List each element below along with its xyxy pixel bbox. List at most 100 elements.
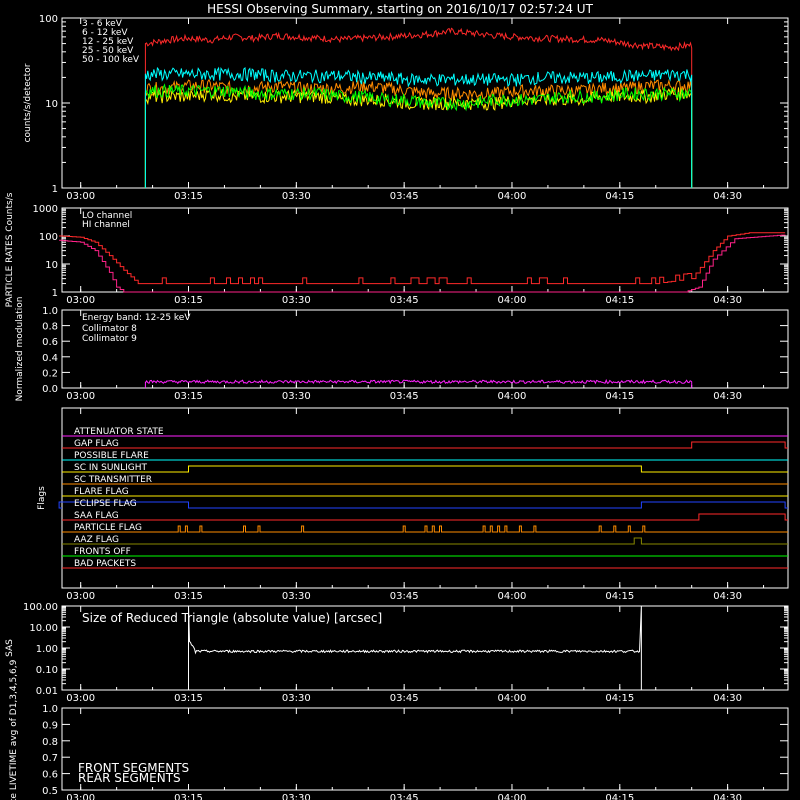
flag-line [58,501,788,509]
x-tick-label: 03:45 [390,793,419,800]
y-axis-label: Mon. Rate LIVETIME avg of D1,3,4,5,6,9 [9,659,19,800]
x-tick-label: 03:00 [66,295,95,306]
y-tick-label: 0.5 [42,786,58,797]
x-tick-label: 03:30 [282,793,311,800]
y-tick-label: 0.6 [42,770,58,781]
energy-band-annotation: Energy band: 12-25 keV [82,313,191,323]
x-tick-label: 04:15 [605,591,634,602]
y-tick-label: 1 [52,184,58,195]
y-axis-label: counts/s/detector [23,63,33,142]
flag-label: FLARE FLAG [74,487,129,497]
y-tick-label: 0.2 [42,368,58,379]
x-tick-label: 03:30 [282,693,311,704]
y-tick-label: 1.0 [42,306,58,317]
flag-label: FRONTS OFF [74,547,131,557]
legend-entry: REAR SEGMENTS [78,771,181,785]
legend-entry: 50 - 100 keV [82,55,140,65]
y-tick-label: 0.8 [42,737,58,748]
flag-label: PARTICLE FLAG [74,523,142,533]
y-axis-label: Normalized modulation [15,297,25,402]
series-line [144,87,693,188]
flag-line [62,465,788,473]
x-tick-label: 04:00 [498,391,527,402]
series-line [144,378,693,388]
y-tick-label: 0.4 [42,353,58,364]
flag-label: POSSIBLE FLARE [74,451,149,461]
x-tick-label: 04:00 [498,591,527,602]
x-tick-label: 03:45 [390,391,419,402]
chart-title: HESSI Observing Summary, starting on 201… [207,2,593,16]
x-tick-label: 04:30 [713,591,742,602]
y-tick-label: 0.6 [42,337,58,348]
x-tick-label: 03:00 [66,591,95,602]
y-axis-label: PARTICLE RATES Counts/s [5,192,15,307]
series-line [59,232,786,285]
panel-frame [61,207,789,293]
y-tick-label: 0.9 [42,720,58,731]
flag-label: AAZ FLAG [74,535,119,545]
x-tick-label: 03:00 [66,391,95,402]
panel-frame [61,407,789,589]
flag-label: ATTENUATOR STATE [74,427,164,437]
y-tick-label: 10 [45,99,58,110]
flag-label: SAA FLAG [74,511,119,521]
hessi-summary-chart: HESSI Observing Summary, starting on 201… [5,2,789,800]
x-tick-label: 03:30 [282,591,311,602]
flag-label: BAD PACKETS [74,559,136,569]
x-tick-label: 04:30 [713,693,742,704]
x-tick-label: 03:45 [390,693,419,704]
y-tick-label: 0.7 [42,753,58,764]
series-line [144,27,693,188]
legend-entry: Collimator 8 [82,324,137,334]
x-tick-label: 03:15 [174,295,203,306]
x-tick-label: 03:30 [282,191,311,202]
y-tick-label: 1000 [33,204,58,215]
y-tick-label: 0.0 [42,384,58,395]
legend-entry: HI channel [82,220,130,230]
y-axis-label: Flags [37,486,47,510]
x-tick-label: 03:45 [390,191,419,202]
y-tick-label: 0.01 [36,686,58,697]
x-tick-label: 04:30 [713,391,742,402]
x-tick-label: 04:00 [498,693,527,704]
x-tick-label: 03:15 [174,693,203,704]
x-tick-label: 04:00 [498,295,527,306]
flag-line [62,441,788,449]
x-tick-label: 04:30 [713,191,742,202]
flag-label: SC IN SUNLIGHT [74,463,148,473]
y-tick-label: 10.00 [29,623,58,634]
flag-line [62,537,788,545]
flag-label: GAP FLAG [74,439,119,449]
series-line [144,66,693,188]
x-tick-label: 03:45 [390,591,419,602]
x-tick-label: 04:00 [498,793,527,800]
x-tick-label: 03:15 [174,191,203,202]
x-tick-label: 03:30 [282,391,311,402]
legend-entry: Collimator 9 [82,334,137,344]
flag-line [62,513,788,521]
x-tick-label: 03:15 [174,591,203,602]
x-tick-label: 03:15 [174,793,203,800]
flag-label: ECLIPSE FLAG [74,499,137,509]
flag-label: SC TRANSMITTER [74,475,152,485]
x-tick-label: 03:30 [282,295,311,306]
y-tick-label: 100 [39,232,58,243]
x-tick-label: 04:15 [605,191,634,202]
y-tick-label: 1 [52,288,58,299]
x-tick-label: 04:15 [605,295,634,306]
x-tick-label: 03:45 [390,295,419,306]
x-tick-label: 04:15 [605,793,634,800]
y-tick-label: 0.10 [36,665,58,676]
x-tick-label: 03:00 [66,793,95,800]
x-tick-label: 03:00 [66,693,95,704]
y-tick-label: 1.00 [36,644,58,655]
x-tick-label: 04:15 [605,693,634,704]
y-axis-label: SAS [5,639,15,657]
x-tick-label: 04:30 [713,295,742,306]
x-tick-label: 04:00 [498,191,527,202]
y-tick-label: 100 [39,14,58,25]
legend-entry: Size of Reduced Triangle (absolute value… [82,611,382,625]
y-tick-label: 100.00 [23,602,58,613]
x-tick-label: 04:15 [605,391,634,402]
y-tick-label: 1.0 [42,704,58,715]
